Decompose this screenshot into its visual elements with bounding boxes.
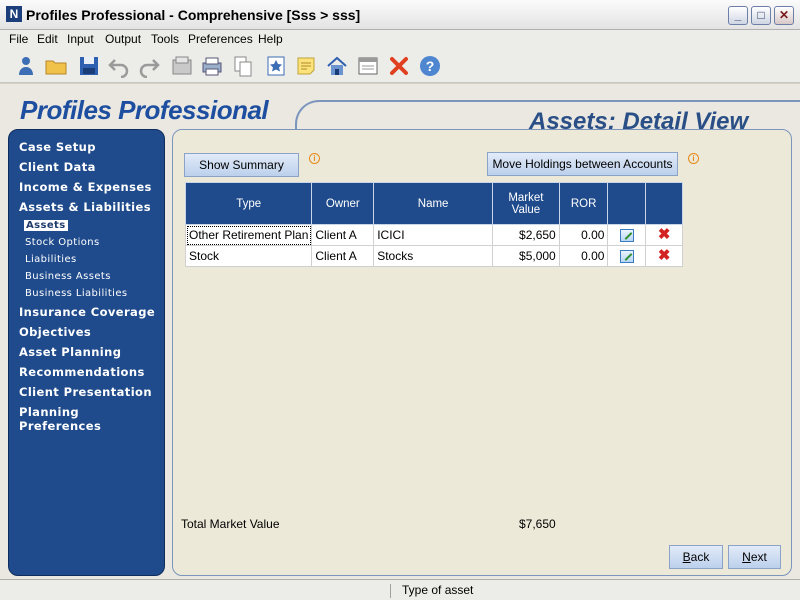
- sidebar-subitem-liabilities[interactable]: Liabilities: [25, 254, 77, 265]
- window-title: Profiles Professional - Comprehensive [S…: [26, 7, 361, 23]
- export-icon[interactable]: [170, 54, 194, 78]
- open-folder-icon[interactable]: [44, 54, 68, 78]
- cell-ror: 0.00: [558, 224, 609, 246]
- column-header-market-value[interactable]: Market Value: [492, 182, 560, 225]
- sidebar-item-planning-preferences[interactable]: Planning Preferences: [19, 405, 164, 433]
- menu-edit[interactable]: Edit: [37, 32, 58, 46]
- brand-logo: Profiles Professional: [20, 95, 269, 125]
- detail-panel: Show Summary View i Move Holdings betwee…: [172, 129, 792, 576]
- delete-icon[interactable]: ✖: [658, 247, 671, 264]
- app-logo-icon: N: [6, 6, 22, 22]
- close-window-button[interactable]: ✕: [774, 6, 794, 25]
- svg-text:?: ?: [426, 58, 435, 74]
- toolbar: ?: [0, 49, 800, 83]
- title-bar: N Profiles Professional - Comprehensive …: [0, 0, 800, 30]
- info-icon[interactable]: i: [688, 153, 699, 164]
- table-row[interactable]: Other Retirement Plan Client A ICICI $2,…: [184, 224, 683, 246]
- sidebar-item-case-setup[interactable]: Case Setup: [19, 140, 96, 154]
- menu-tools[interactable]: Tools: [151, 32, 179, 46]
- sidebar-item-client-data[interactable]: Client Data: [19, 160, 96, 174]
- cell-name: Stocks: [373, 245, 494, 267]
- sidebar-item-insurance-coverage[interactable]: Insurance Coverage: [19, 305, 155, 319]
- back-button[interactable]: Back: [669, 545, 723, 569]
- cell-market-value: $2,650: [492, 224, 560, 246]
- client-icon[interactable]: [14, 54, 38, 78]
- sidebar-item-income-expenses[interactable]: Income & Expenses: [19, 180, 152, 194]
- edit-icon[interactable]: [619, 250, 634, 264]
- column-header-ror[interactable]: ROR: [558, 182, 609, 225]
- sidebar-subitem-stock-options[interactable]: Stock Options: [25, 237, 100, 248]
- sidebar-nav: Case Setup Client Data Income & Expenses…: [8, 129, 165, 576]
- maximize-button[interactable]: □: [751, 6, 771, 25]
- total-market-value-label: Total Market Value: [181, 517, 280, 531]
- notes-icon[interactable]: [294, 54, 318, 78]
- cell-ror: 0.00: [558, 245, 609, 267]
- next-button[interactable]: Next: [728, 545, 781, 569]
- cell-type[interactable]: Other Retirement Plan: [184, 224, 313, 246]
- menu-file[interactable]: File: [9, 32, 28, 46]
- column-header-delete: [645, 182, 683, 225]
- column-header-owner[interactable]: Owner: [311, 182, 375, 225]
- menu-bar: File Edit Input Output Tools Preferences…: [0, 30, 800, 49]
- column-header-edit: [607, 182, 647, 225]
- minimize-button[interactable]: _: [728, 6, 748, 25]
- move-holdings-button[interactable]: Move Holdings between Accounts: [487, 152, 678, 176]
- sidebar-subitem-business-liabilities[interactable]: Business Liabilities: [25, 288, 128, 299]
- menu-help[interactable]: Help: [258, 32, 283, 46]
- sidebar-item-objectives[interactable]: Objectives: [19, 325, 91, 339]
- cell-name: ICICI: [373, 224, 494, 246]
- redo-icon[interactable]: [137, 54, 161, 78]
- bookmark-icon[interactable]: [264, 54, 288, 78]
- undo-icon[interactable]: [107, 54, 131, 78]
- column-header-type[interactable]: Type: [184, 182, 313, 225]
- edit-icon[interactable]: [619, 229, 634, 243]
- home-icon[interactable]: [325, 54, 349, 78]
- save-icon[interactable]: [77, 54, 101, 78]
- sidebar-item-client-presentation[interactable]: Client Presentation: [19, 385, 152, 399]
- total-market-value: $7,650: [519, 517, 556, 531]
- assets-table: Type Owner Name Market Value ROR Other R…: [184, 182, 683, 267]
- cell-owner: Client A: [311, 224, 375, 246]
- sidebar-subitem-business-assets[interactable]: Business Assets: [25, 271, 111, 282]
- column-header-name[interactable]: Name: [373, 182, 494, 225]
- table-row[interactable]: Stock Client A Stocks $5,000 0.00 ✖: [184, 245, 683, 267]
- cell-type[interactable]: Stock: [184, 245, 313, 267]
- status-text: Type of asset: [402, 583, 474, 597]
- cell-market-value: $5,000: [492, 245, 560, 267]
- status-separator: [390, 584, 391, 598]
- info-icon[interactable]: i: [309, 153, 320, 164]
- status-bar: Type of asset: [0, 579, 800, 600]
- content-area: Profiles Professional Assets: Detail Vie…: [0, 84, 800, 579]
- menu-preferences[interactable]: Preferences: [188, 32, 253, 46]
- table-header-row: Type Owner Name Market Value ROR: [184, 182, 683, 225]
- sidebar-item-recommendations[interactable]: Recommendations: [19, 365, 145, 379]
- sidebar-item-asset-planning[interactable]: Asset Planning: [19, 345, 121, 359]
- delete-cell: ✖: [645, 245, 683, 267]
- edit-cell: [607, 245, 647, 267]
- cell-owner: Client A: [311, 245, 375, 267]
- print-icon[interactable]: [200, 54, 224, 78]
- menu-input[interactable]: Input: [67, 32, 94, 46]
- window-icon[interactable]: [356, 54, 380, 78]
- edit-cell: [607, 224, 647, 246]
- show-summary-view-button[interactable]: Show Summary View: [184, 153, 299, 194]
- delete-cell: ✖: [645, 224, 683, 246]
- delete-icon[interactable]: ✖: [658, 226, 671, 243]
- sidebar-item-assets-liabilities[interactable]: Assets & Liabilities: [19, 200, 151, 214]
- copy-icon[interactable]: [231, 54, 255, 78]
- sidebar-subitem-assets[interactable]: Assets: [24, 220, 68, 231]
- menu-output[interactable]: Output: [105, 32, 141, 46]
- close-icon[interactable]: [387, 54, 411, 78]
- help-icon[interactable]: ?: [418, 54, 442, 78]
